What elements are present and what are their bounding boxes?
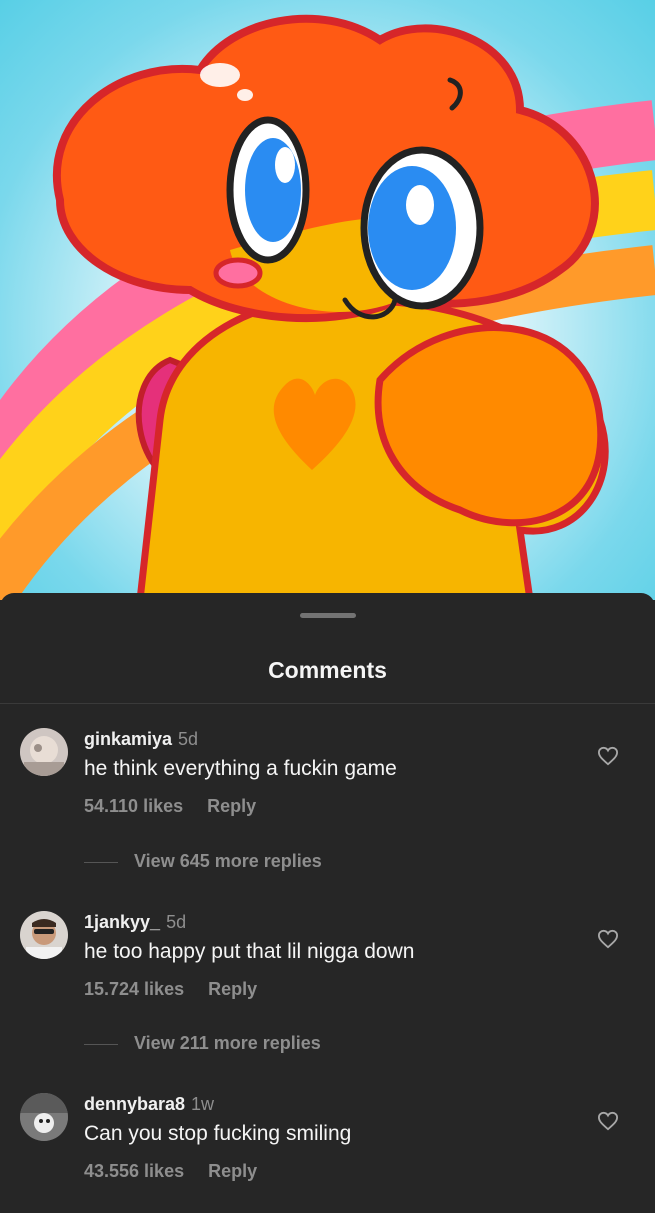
comment-item: dennybara8 1w Can you stop fucking smilin… [0,1093,655,1213]
comments-sheet: Comments ginkamiya 5d he think everything… [0,593,655,1200]
avatar-photo [20,728,68,776]
comment-meta: 54.110 likes Reply [84,796,256,817]
comment-header: 1jankyy_ 5d [84,912,186,933]
avatar[interactable] [20,911,68,959]
comment-likes[interactable]: 43.556 likes [84,1161,184,1181]
sheet-title: Comments [268,657,387,683]
post-image-cartoon-creature [0,0,655,600]
heart-outline-icon[interactable] [597,1111,619,1131]
comment-username[interactable]: dennybara8 [84,1094,185,1114]
avatar-photo [20,911,68,959]
comment-meta: 15.724 likes Reply [84,979,257,1000]
replies-line [84,861,118,863]
title-divider [0,703,655,704]
comment-header: dennybara8 1w [84,1094,214,1115]
comment-username[interactable]: ginkamiya [84,729,172,749]
comment-time: 5d [166,912,187,932]
comment-text: he think everything a fuckin game [84,757,397,780]
sheet-grabber[interactable] [300,613,356,618]
comment-text: he too happy put that lil nigga down [84,940,415,963]
reply-button[interactable]: Reply [208,979,257,999]
heart-outline-icon[interactable] [597,929,619,949]
reply-button[interactable]: Reply [207,796,256,816]
cartoon-artwork [0,14,655,600]
avatar[interactable] [20,728,68,776]
view-replies-label: View 645 more replies [134,851,322,871]
avatar-photo [20,1093,68,1141]
view-replies-label: View 211 more replies [134,1033,321,1053]
comment-time: 5d [178,729,199,749]
reply-button[interactable]: Reply [208,1161,257,1181]
comment-username[interactable]: 1jankyy_ [84,912,160,932]
comment-likes[interactable]: 15.724 likes [84,979,184,999]
comment-item: 1jankyy_ 5d he too happy put that lil nig… [0,911,655,1031]
heart-outline-icon[interactable] [597,746,619,766]
comment-time: 1w [191,1094,215,1114]
view-more-replies[interactable]: View 211 more replies [84,1033,321,1057]
avatar[interactable] [20,1093,68,1141]
comment-header: ginkamiya 5d [84,729,198,750]
replies-line [84,1043,118,1045]
comment-item: ginkamiya 5d he think everything a fuckin… [0,728,655,848]
comment-meta: 43.556 likes Reply [84,1161,257,1182]
view-more-replies[interactable]: View 645 more replies [84,851,322,875]
comment-text: Can you stop fucking smiling [84,1122,352,1145]
comment-likes[interactable]: 54.110 likes [84,796,183,816]
